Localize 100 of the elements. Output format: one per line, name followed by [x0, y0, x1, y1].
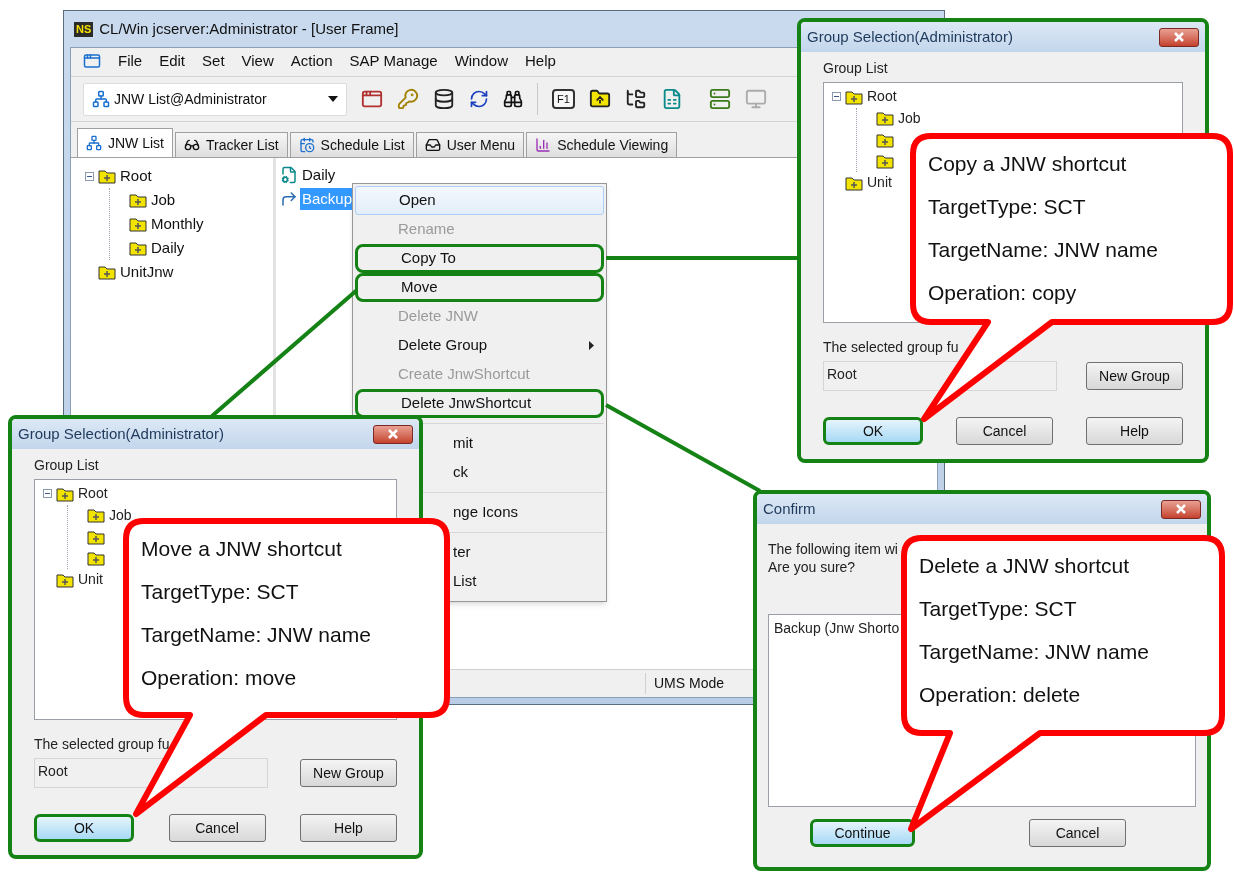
- dialog-button[interactable]: Help: [300, 814, 397, 842]
- folder-icon: [87, 507, 105, 524]
- tab[interactable]: Tracker List: [175, 132, 288, 157]
- folder-icon: [876, 153, 894, 170]
- menu-item[interactable]: Help: [525, 49, 556, 73]
- close-button[interactable]: [1159, 27, 1199, 47]
- folder-icon: [845, 88, 863, 105]
- bar-chart-icon: [535, 137, 552, 153]
- folder-icon: [87, 550, 105, 567]
- shortcut-arrow-icon: [280, 190, 298, 208]
- close-icon: [387, 429, 399, 439]
- menu-item[interactable]: Copy To: [355, 244, 604, 273]
- tree-item[interactable]: Unit: [867, 172, 892, 194]
- menu-item[interactable]: Edit: [159, 49, 186, 73]
- collapse-icon[interactable]: [43, 489, 52, 499]
- refresh-icon[interactable]: [469, 89, 489, 109]
- tree-item[interactable]: UnitJnw: [120, 260, 174, 284]
- tree-item[interactable]: Job: [898, 107, 921, 129]
- menu-item[interactable]: Set: [202, 49, 225, 73]
- tab[interactable]: JNW List: [77, 128, 173, 157]
- tree-item[interactable]: Root: [867, 86, 897, 108]
- dialog-button[interactable]: Cancel: [1029, 819, 1126, 847]
- tree-item[interactable]: Job: [109, 504, 132, 526]
- dialog-button[interactable]: New Group: [1086, 362, 1183, 390]
- dialog-button[interactable]: New Group: [300, 759, 397, 787]
- window-icon: [83, 52, 101, 70]
- tree-item[interactable]: Daily: [151, 236, 185, 260]
- menu-item[interactable]: ter: [453, 541, 471, 564]
- folder-icon: [876, 110, 894, 127]
- tab[interactable]: User Menu: [415, 132, 525, 157]
- folder-up-icon[interactable]: [588, 88, 611, 110]
- callout-text: Copy a JNW shortcut: [928, 151, 1128, 177]
- key-icon[interactable]: [397, 88, 419, 110]
- tree-item[interactable]: Job: [151, 188, 176, 212]
- dialog-button[interactable]: Cancel: [168, 814, 266, 842]
- callout-text: Operation: move: [141, 665, 298, 691]
- collapse-icon[interactable]: [832, 92, 841, 102]
- selected-group-label: The selected group fu: [823, 338, 959, 357]
- dialog-title: Confirm: [763, 498, 816, 519]
- close-button[interactable]: [373, 424, 413, 444]
- callout-text: TargetName: JNW name: [919, 639, 1149, 665]
- view-select[interactable]: JNW List@Administrator: [83, 82, 347, 116]
- network-icon: [92, 90, 110, 108]
- menu-item[interactable]: File: [118, 49, 143, 73]
- database-icon[interactable]: [433, 88, 455, 110]
- menu-item[interactable]: List: [453, 570, 477, 593]
- dialog-title: Group Selection(Administrator): [807, 26, 1013, 47]
- submenu-arrow-icon: [589, 341, 594, 350]
- folder-icon: [56, 571, 74, 588]
- menu-item[interactable]: nge Icons: [453, 501, 519, 524]
- close-button[interactable]: [1161, 499, 1201, 519]
- menu-item[interactable]: Action: [290, 49, 333, 73]
- jnw-entry[interactable]: Daily: [300, 163, 338, 187]
- menu-item[interactable]: View: [241, 49, 274, 73]
- collapse-icon[interactable]: [85, 171, 94, 181]
- dialog-button[interactable]: Help: [1086, 417, 1183, 445]
- menu-item[interactable]: Open: [355, 186, 604, 215]
- tab[interactable]: Schedule Viewing: [526, 132, 678, 157]
- message-text: Are you sure?: [768, 558, 856, 576]
- app-logo: NS: [74, 21, 94, 37]
- tree-item[interactable]: Unit: [78, 569, 103, 591]
- tab[interactable]: Schedule List: [289, 132, 414, 157]
- message-text: The following item wi: [768, 540, 898, 558]
- tree-item[interactable]: Root: [78, 483, 108, 505]
- window-icon[interactable]: [361, 88, 383, 110]
- tree-item[interactable]: Monthly: [151, 212, 204, 236]
- folder-icon: [876, 131, 894, 148]
- callout-text: Delete a JNW shortcut: [919, 553, 1131, 579]
- window-title: CL/Win jcserver:Administrator - [User Frame]: [99, 18, 399, 39]
- callout-text: Move a JNW shortcut: [141, 536, 343, 562]
- folder-tree-icon[interactable]: [624, 88, 647, 110]
- tree-item[interactable]: Root: [120, 164, 152, 188]
- dialog-button[interactable]: Cancel: [956, 417, 1053, 445]
- menu-item[interactable]: Move: [355, 273, 604, 302]
- menu-item[interactable]: Window: [454, 49, 508, 73]
- binoculars-icon[interactable]: [503, 89, 523, 109]
- dialog-button[interactable]: OK: [823, 417, 923, 445]
- glasses-icon: [184, 137, 200, 153]
- folder-icon: [56, 485, 74, 502]
- document-icon: [280, 166, 298, 184]
- dialog-button[interactable]: Continue: [810, 819, 915, 847]
- folder-icon: [129, 240, 147, 256]
- menu-item[interactable]: Delete Group: [355, 331, 604, 360]
- help-key-button[interactable]: F1: [552, 89, 575, 109]
- dialog-title: Group Selection(Administrator): [18, 423, 224, 444]
- callout-text: TargetType: SCT: [919, 596, 1078, 622]
- item-entry: Backup (Jnw Shorto: [774, 619, 901, 638]
- group-list-label: Group List: [823, 59, 889, 78]
- folder-icon: [98, 264, 116, 280]
- menu-item[interactable]: mit: [453, 432, 473, 455]
- server-icon[interactable]: [708, 88, 731, 110]
- callout-text: Operation: copy: [928, 280, 1078, 306]
- menu-item[interactable]: SAP Manage: [349, 49, 438, 73]
- dialog-button[interactable]: OK: [34, 814, 134, 842]
- selected-group-label: The selected group fu: [34, 735, 170, 754]
- menu-item[interactable]: ck: [453, 461, 468, 484]
- callout-text: TargetName: JNW name: [928, 237, 1158, 263]
- close-icon: [1173, 32, 1185, 42]
- folder-icon: [129, 216, 147, 232]
- callout-text: TargetType: SCT: [141, 579, 300, 605]
